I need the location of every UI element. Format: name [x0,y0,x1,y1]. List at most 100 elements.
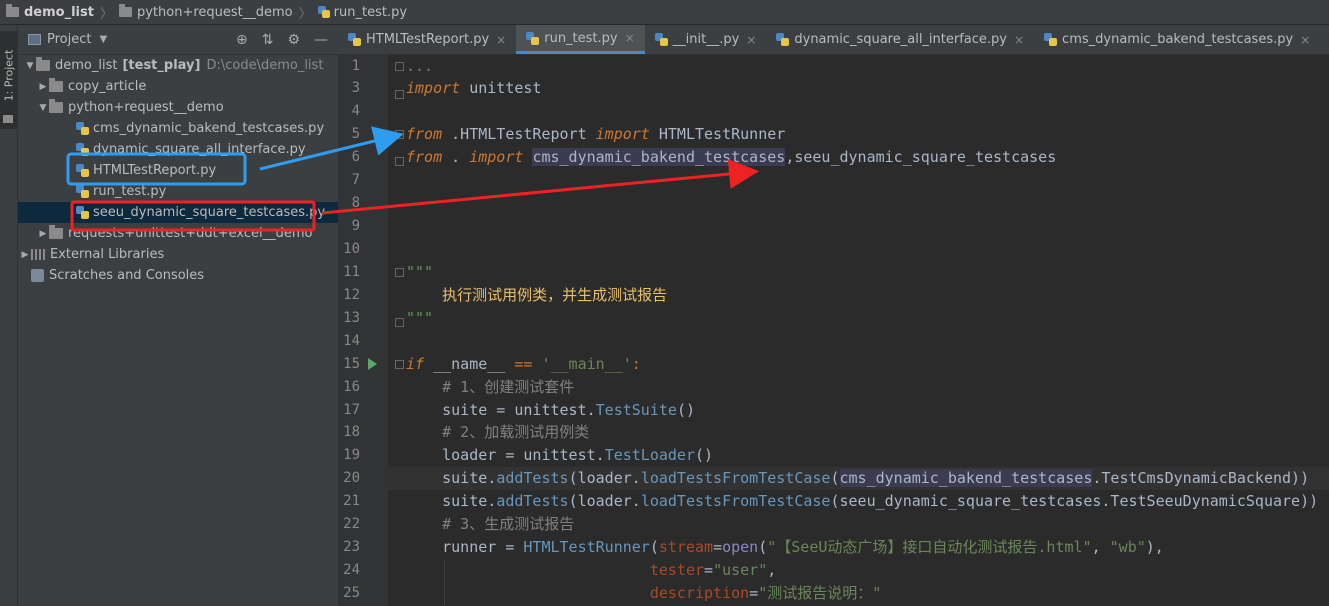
folder-icon [49,225,63,239]
tree-item-label: copy_article [68,79,147,94]
code-line-22[interactable]: # 3、生成测试报告 [406,513,574,536]
python-file-icon [317,6,330,18]
line-number: 16 [343,379,360,395]
line-number: 3 [351,80,360,96]
line-number: 5 [351,126,360,142]
collapse-all-icon[interactable]: ⇅ [262,32,274,48]
line-number: 25 [343,585,360,601]
code-text: .HTMLTestReport [442,125,596,143]
folder-icon [36,57,50,71]
fold-collapse-icon[interactable] [395,268,404,277]
fold-expand-icon[interactable] [395,62,404,71]
fold-collapse-icon[interactable] [395,318,404,327]
python-file-icon [76,122,89,135]
function-call: HTMLTestRunner [523,538,650,556]
code-line-12[interactable]: 执行测试用例类，并生成测试报告 [406,284,667,307]
folder-icon [49,78,63,92]
breadcrumb-item-file[interactable]: run_test.py [334,5,407,20]
breadcrumb-item-package[interactable]: python+request__demo [137,5,293,20]
code-line-18[interactable]: # 2、加载测试用例类 [406,421,589,444]
line-number: 18 [343,424,360,440]
code-text: ( [758,538,768,556]
scratches-icon [31,269,44,282]
code-text: unittest [460,79,542,97]
breadcrumb-item-project[interactable]: demo_list [24,5,94,20]
code-text: , [1091,538,1110,556]
hide-panel-icon[interactable]: — [314,32,328,48]
tree-item-scratches[interactable]: Scratches and Consoles [18,265,351,286]
chevron-right-icon[interactable]: ▶ [37,82,49,92]
chevron-right-icon[interactable]: ▶ [37,229,49,239]
code-text: (loader. [568,469,641,487]
code-text: suite. [406,469,497,487]
code-line-25[interactable]: description="测试报告说明：" [406,582,881,605]
tab-dynamic-square[interactable]: dynamic_square_all_interface.py × [766,25,1034,54]
tab-init[interactable]: __init__.py × [645,25,767,54]
close-icon[interactable]: × [1014,33,1024,47]
tree-item-external-libraries[interactable]: ▶ External Libraries [18,244,339,265]
code-text: = [749,584,759,602]
line-number: 23 [343,539,360,555]
fold-collapse-icon[interactable] [395,360,404,369]
code-line-19[interactable]: loader = unittest.TestLoader() [406,444,713,467]
keyword: if [406,355,425,373]
tab-label: run_test.py [544,30,618,46]
locate-icon[interactable]: ⊕ [236,32,248,48]
fold-collapse-icon[interactable] [395,90,404,99]
project-view-selector[interactable]: Project [47,32,91,47]
code-text: = [713,538,723,556]
tab-cms-testcases[interactable]: cms_dynamic_bakend_testcases.py × [1034,25,1320,54]
keyword-argument: description [649,584,750,602]
tree-item-python-request-demo[interactable]: ▼ python+request__demo [18,97,357,118]
code-line-1[interactable]: ... [406,55,433,78]
code-line-23[interactable]: runner = HTMLTestRunner(stream=open("【Se… [406,536,1164,559]
tree-item-label: demo_list [55,58,118,73]
keyword: import [469,148,524,166]
line-number: 21 [343,493,360,509]
function-call: loadTestsFromTestCase [640,492,831,510]
close-icon[interactable]: × [625,31,635,45]
code-text: () [695,446,714,464]
string-literal: '__main__' [541,355,632,373]
close-icon[interactable]: × [746,33,756,47]
tab-run-test[interactable]: run_test.py × [516,25,645,54]
code-line-21[interactable]: suite.addTests(loader.loadTestsFromTestC… [406,490,1318,513]
code-text: ), [1145,538,1164,556]
code-line-3[interactable]: import unittest [406,77,541,100]
fold-collapse-icon[interactable] [395,157,404,166]
code-line-24[interactable]: tester="user", [406,559,776,582]
chevron-down-icon[interactable]: ▼ [37,103,49,113]
line-number: 7 [351,172,360,188]
line-number: 19 [343,447,360,463]
chevron-right-icon: 〉 [99,6,113,22]
close-icon[interactable]: × [496,33,506,47]
tree-item-demo-list[interactable]: ▼ demo_list [test_play] D:\code\demo_lis… [18,55,344,76]
code-text: loader = unittest. [406,446,605,464]
code-line-11[interactable]: """ [406,261,433,284]
code-line-6[interactable]: from . import cms_dynamic_bakend_testcas… [406,146,1056,169]
chevron-right-icon[interactable]: ▶ [19,250,31,260]
code-line-15[interactable]: if __name__ == '__main__': [406,353,641,376]
tab-label: dynamic_square_all_interface.py [794,32,1007,47]
tab-label: __init__.py [672,32,740,47]
chevron-down-icon[interactable]: ▼ [24,61,36,71]
python-file-icon [1044,33,1058,46]
tree-item-requests-demo[interactable]: ▶ requests+unittest+ddt+excel__demo [18,223,357,244]
code-line-16[interactable]: # 1、创建测试套件 [406,376,574,399]
line-number: 4 [351,103,360,119]
tree-item-label: run_test.py [93,184,167,199]
code-text: suite. [406,492,497,510]
code-line-20[interactable]: suite.addTests(loader.loadTestsFromTestC… [406,467,1309,490]
close-icon[interactable]: × [1300,33,1310,47]
code-line-17[interactable]: suite = unittest.TestSuite() [406,399,695,422]
code-line-5[interactable]: from .HTMLTestReport import HTMLTestRunn… [406,123,785,146]
run-icon[interactable] [368,358,377,370]
fold-collapse-icon[interactable] [395,130,404,139]
gear-icon[interactable]: ⚙ [287,32,300,48]
chevron-down-icon[interactable]: ▼ [99,34,107,45]
tab-htmltestreport[interactable]: HTMLTestReport.py × [338,25,516,54]
code-line-13[interactable]: """ [406,307,433,330]
builtin-call: open [722,538,759,556]
tree-item-copy-article[interactable]: ▶ copy_article [18,76,357,97]
